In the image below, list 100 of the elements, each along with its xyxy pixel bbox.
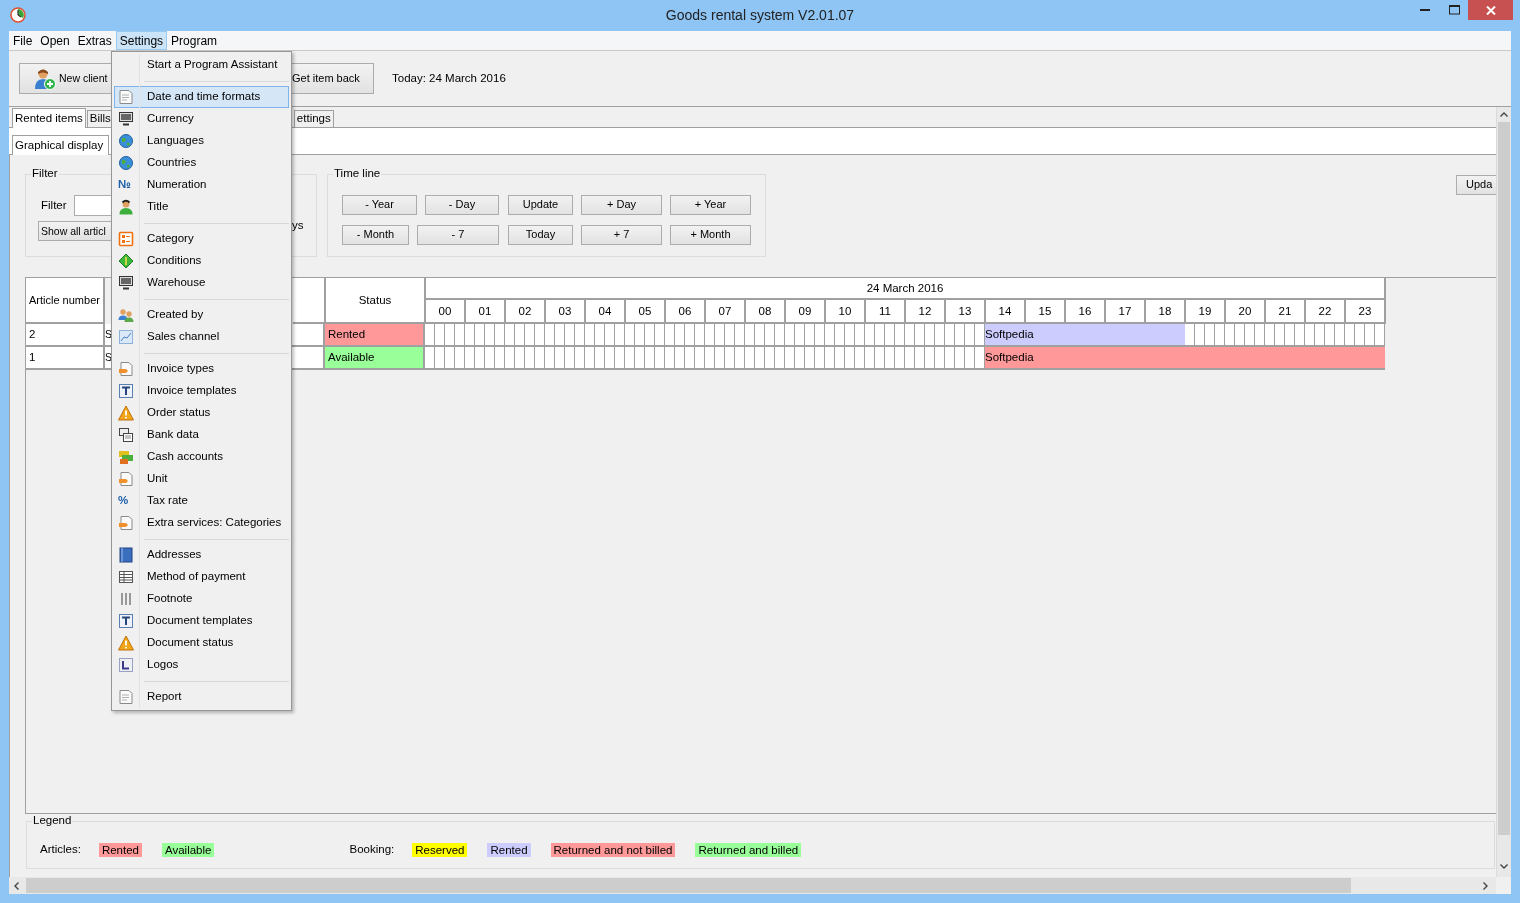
tab[interactable]: Rented items bbox=[12, 108, 86, 128]
scrollbar-thumb[interactable] bbox=[26, 878, 1351, 893]
scroll-right-icon[interactable] bbox=[1483, 882, 1488, 890]
column-header: Status bbox=[326, 278, 426, 324]
numbering-icon: № bbox=[118, 178, 131, 192]
booking-label[interactable]: Softpedia bbox=[985, 347, 1034, 368]
menu-item[interactable]: Title bbox=[114, 196, 289, 218]
menu-item[interactable]: Start a Program Assistant bbox=[114, 54, 289, 76]
new-client-button[interactable]: New client bbox=[19, 63, 111, 94]
menu-item[interactable]: Invoice types bbox=[114, 358, 289, 380]
hour-header: 14 bbox=[986, 300, 1026, 324]
time-button[interactable]: Today bbox=[508, 225, 573, 245]
monitor-icon bbox=[118, 111, 134, 127]
menu-item[interactable]: № Numeration bbox=[114, 174, 289, 196]
hour-header: 06 bbox=[666, 300, 706, 324]
menu-item[interactable]: Conditions bbox=[114, 250, 289, 272]
menu-item[interactable]: Extras bbox=[73, 31, 116, 50]
menu-item[interactable]: Method of payment bbox=[114, 566, 289, 588]
logo-icon bbox=[118, 657, 134, 673]
booking-label[interactable]: Softpedia bbox=[985, 324, 1034, 345]
tab[interactable]: ettings bbox=[293, 110, 334, 127]
label-fragment: ys bbox=[292, 219, 304, 233]
user-add-icon bbox=[34, 67, 56, 90]
chart-icon bbox=[118, 329, 134, 345]
menu-item[interactable]: Created by bbox=[114, 304, 289, 326]
close-button[interactable] bbox=[1468, 0, 1513, 20]
table-icon bbox=[118, 569, 134, 585]
hour-header: 01 bbox=[466, 300, 506, 324]
status-cell: Available bbox=[325, 347, 425, 370]
get-item-back-button[interactable]: Get item back bbox=[292, 63, 374, 94]
menu-item[interactable]: Footnote bbox=[114, 588, 289, 610]
hour-header: 15 bbox=[1026, 300, 1066, 324]
columns-icon bbox=[118, 591, 134, 607]
hour-header: 18 bbox=[1146, 300, 1186, 324]
menu-item[interactable]: Countries bbox=[114, 152, 289, 174]
menu-item[interactable]: % Tax rate bbox=[114, 490, 289, 512]
maximize-icon[interactable] bbox=[1449, 5, 1461, 15]
menu-item[interactable]: Document status bbox=[114, 632, 289, 654]
menu-item[interactable]: Cash accounts bbox=[114, 446, 289, 468]
menu-item[interactable]: Program bbox=[167, 31, 222, 50]
hour-header: 08 bbox=[746, 300, 786, 324]
hour-header: 04 bbox=[586, 300, 626, 324]
menu-item[interactable]: Report bbox=[114, 686, 289, 708]
time-button[interactable]: + Day bbox=[581, 195, 662, 215]
menu-item[interactable]: Order status bbox=[114, 402, 289, 424]
menu-item[interactable]: Document templates bbox=[114, 610, 289, 632]
time-button[interactable]: Update bbox=[508, 195, 573, 215]
table-cell: 1 bbox=[26, 347, 105, 370]
legend-swatch: Available bbox=[162, 843, 215, 857]
side-update-button[interactable]: Upda bbox=[1456, 175, 1496, 195]
menu-item[interactable]: Addresses bbox=[114, 544, 289, 566]
horizontal-scrollbar[interactable] bbox=[9, 877, 1496, 894]
page-icon bbox=[118, 89, 134, 105]
legend-label: Articles: bbox=[40, 843, 81, 857]
scrollbar-thumb[interactable] bbox=[1498, 122, 1510, 835]
hour-header: 10 bbox=[826, 300, 866, 324]
today-label: Today: 24 March 2016 bbox=[392, 71, 506, 86]
legend-swatch: Reserved bbox=[412, 843, 468, 857]
menu-item[interactable]: Extra services: Categories bbox=[114, 512, 289, 534]
menu-item[interactable]: Bank data bbox=[114, 424, 289, 446]
stack-icon bbox=[118, 449, 134, 465]
scroll-left-icon[interactable] bbox=[14, 882, 19, 890]
menu-item[interactable]: Settings bbox=[115, 31, 168, 50]
time-button[interactable]: + Month bbox=[670, 225, 751, 245]
scroll-up-icon[interactable] bbox=[1500, 112, 1508, 117]
legend-swatch: Rented bbox=[98, 843, 142, 857]
menu-item[interactable]: File bbox=[9, 31, 37, 50]
time-button[interactable]: + 7 bbox=[581, 225, 662, 245]
time-button[interactable]: - Month bbox=[342, 225, 409, 245]
hour-header: 02 bbox=[506, 300, 546, 324]
menu-item[interactable]: Invoice templates bbox=[114, 380, 289, 402]
filter-field[interactable] bbox=[74, 195, 112, 216]
book-icon bbox=[118, 547, 134, 563]
tab[interactable]: Graphical display bbox=[12, 135, 110, 155]
time-button[interactable]: - Year bbox=[342, 195, 417, 215]
time-button[interactable]: - 7 bbox=[417, 225, 499, 245]
hour-header: 11 bbox=[866, 300, 906, 324]
menu-item[interactable]: Languages bbox=[114, 130, 289, 152]
hour-header: 05 bbox=[626, 300, 666, 324]
menu-item[interactable]: Currency bbox=[114, 108, 289, 130]
hour-header: 17 bbox=[1106, 300, 1146, 324]
menu-item[interactable]: Category bbox=[114, 228, 289, 250]
menu-item[interactable]: Open bbox=[36, 31, 74, 50]
minimize-icon[interactable] bbox=[1420, 8, 1432, 12]
menu-item[interactable]: Warehouse bbox=[114, 272, 289, 294]
show-all-button[interactable]: Show all articl bbox=[38, 221, 112, 241]
scroll-down-icon[interactable] bbox=[1500, 864, 1508, 869]
menu-item[interactable]: Sales channel bbox=[114, 326, 289, 348]
tab[interactable]: Bills bbox=[86, 110, 113, 127]
time-button[interactable]: - Day bbox=[425, 195, 499, 215]
numbering-icon: % bbox=[118, 494, 129, 508]
legend-label: Booking: bbox=[349, 843, 395, 857]
time-button[interactable]: + Year bbox=[670, 195, 751, 215]
menu-item[interactable]: Logos bbox=[114, 654, 289, 676]
vertical-scrollbar[interactable] bbox=[1496, 107, 1511, 877]
menu-item[interactable]: Date and time formats bbox=[114, 86, 289, 108]
monitor-icon bbox=[118, 275, 134, 291]
column-header: Article number bbox=[26, 278, 105, 324]
menu-item[interactable]: Unit bbox=[114, 468, 289, 490]
legend-swatch: Returned and billed bbox=[695, 843, 802, 857]
